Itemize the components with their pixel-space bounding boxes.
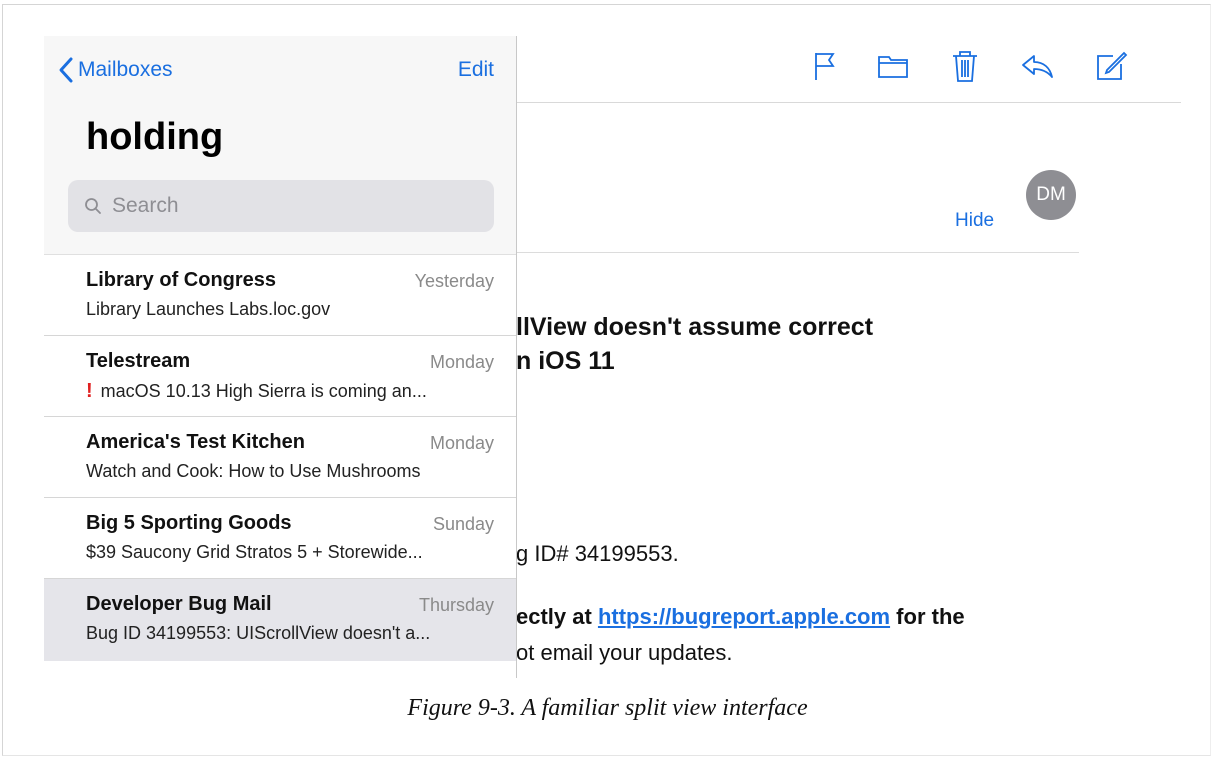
message-preview-text: Bug ID 34199553: UIScrollView doesn't a.… bbox=[86, 623, 431, 643]
message-preview-text: macOS 10.13 High Sierra is coming an... bbox=[100, 381, 427, 401]
message-date: Thursday bbox=[418, 595, 494, 615]
header-divider bbox=[516, 252, 1079, 253]
trash-icon[interactable] bbox=[947, 48, 983, 84]
message-preview-text: $39 Saucony Grid Stratos 5 + Storewide..… bbox=[86, 542, 423, 562]
message-date: Monday bbox=[429, 433, 494, 453]
message-preview: Bug ID 34199553: UIScrollView doesn't a.… bbox=[86, 623, 430, 644]
message-date: Yesterday bbox=[414, 271, 494, 291]
mailbox-title: holding bbox=[86, 116, 224, 158]
mailboxes-back-button[interactable]: Mailboxes bbox=[58, 54, 173, 86]
message-preview: ! macOS 10.13 High Sierra is coming an... bbox=[86, 380, 427, 403]
message-preview: Library Launches Labs.loc.gov bbox=[86, 299, 330, 320]
body-line-2: ectly at https://bugreport.apple.com for… bbox=[516, 604, 965, 630]
edit-button[interactable]: Edit bbox=[458, 58, 494, 82]
reply-icon[interactable] bbox=[1019, 48, 1055, 84]
message-preview: Watch and Cook: How to Use Mushrooms bbox=[86, 461, 420, 482]
message-list: Library of Congress Yesterday Library La… bbox=[44, 254, 516, 678]
high-priority-icon: ! bbox=[86, 380, 93, 402]
message-sender: Telestream bbox=[86, 350, 191, 372]
bugreport-link[interactable]: https://bugreport.apple.com bbox=[598, 604, 890, 629]
back-label: Mailboxes bbox=[78, 58, 173, 81]
body-line-2-prefix: ectly at bbox=[516, 604, 598, 629]
message-preview-text: Library Launches Labs.loc.gov bbox=[86, 299, 331, 319]
message-row[interactable]: Telestream Monday ! macOS 10.13 High Sier… bbox=[44, 336, 516, 417]
message-preview: $39 Saucony Grid Stratos 5 + Storewide..… bbox=[86, 542, 423, 563]
message-row[interactable]: Library of Congress Yesterday Library La… bbox=[44, 255, 516, 336]
chevron-left-icon bbox=[59, 57, 73, 83]
flag-icon[interactable] bbox=[807, 48, 843, 84]
body-line-1: g ID# 34199553. bbox=[516, 541, 679, 566]
message-sender: America's Test Kitchen bbox=[86, 431, 305, 453]
body-line-3: ot email your updates. bbox=[516, 640, 733, 665]
message-sender: Big 5 Sporting Goods bbox=[86, 512, 292, 534]
sender-avatar[interactable]: DM bbox=[1026, 170, 1076, 220]
folder-icon[interactable] bbox=[875, 48, 911, 84]
mail-split-view: DM Hide llView doesn't assume correct n … bbox=[44, 36, 1181, 678]
message-subject: llView doesn't assume correct n iOS 11 bbox=[516, 310, 873, 378]
detail-toolbar bbox=[516, 36, 1181, 103]
search-icon bbox=[85, 198, 101, 214]
message-sender: Developer Bug Mail bbox=[86, 593, 272, 615]
message-row[interactable]: America's Test Kitchen Monday Watch and … bbox=[44, 417, 516, 498]
message-row-selected[interactable]: Developer Bug Mail Thursday Bug ID 34199… bbox=[44, 579, 516, 661]
body-line-2-suffix: for the bbox=[890, 604, 965, 629]
search-input[interactable] bbox=[110, 193, 474, 219]
figure-caption: Figure 9-3. A familiar split view interf… bbox=[407, 695, 808, 721]
message-date: Sunday bbox=[432, 514, 494, 534]
subject-line-1: llView doesn't assume correct bbox=[516, 313, 874, 341]
subject-line-2: n iOS 11 bbox=[516, 347, 615, 375]
compose-icon[interactable] bbox=[1093, 48, 1129, 84]
message-sender: Library of Congress bbox=[86, 269, 277, 291]
master-pane: Mailboxes Edit holding Library of Congre… bbox=[44, 36, 517, 678]
message-date: Monday bbox=[429, 352, 494, 372]
message-preview-text: Watch and Cook: How to Use Mushrooms bbox=[86, 461, 421, 481]
message-row[interactable]: Big 5 Sporting Goods Sunday $39 Saucony … bbox=[44, 498, 516, 579]
search-bar[interactable] bbox=[68, 180, 494, 232]
hide-details-link[interactable]: Hide bbox=[955, 210, 994, 232]
